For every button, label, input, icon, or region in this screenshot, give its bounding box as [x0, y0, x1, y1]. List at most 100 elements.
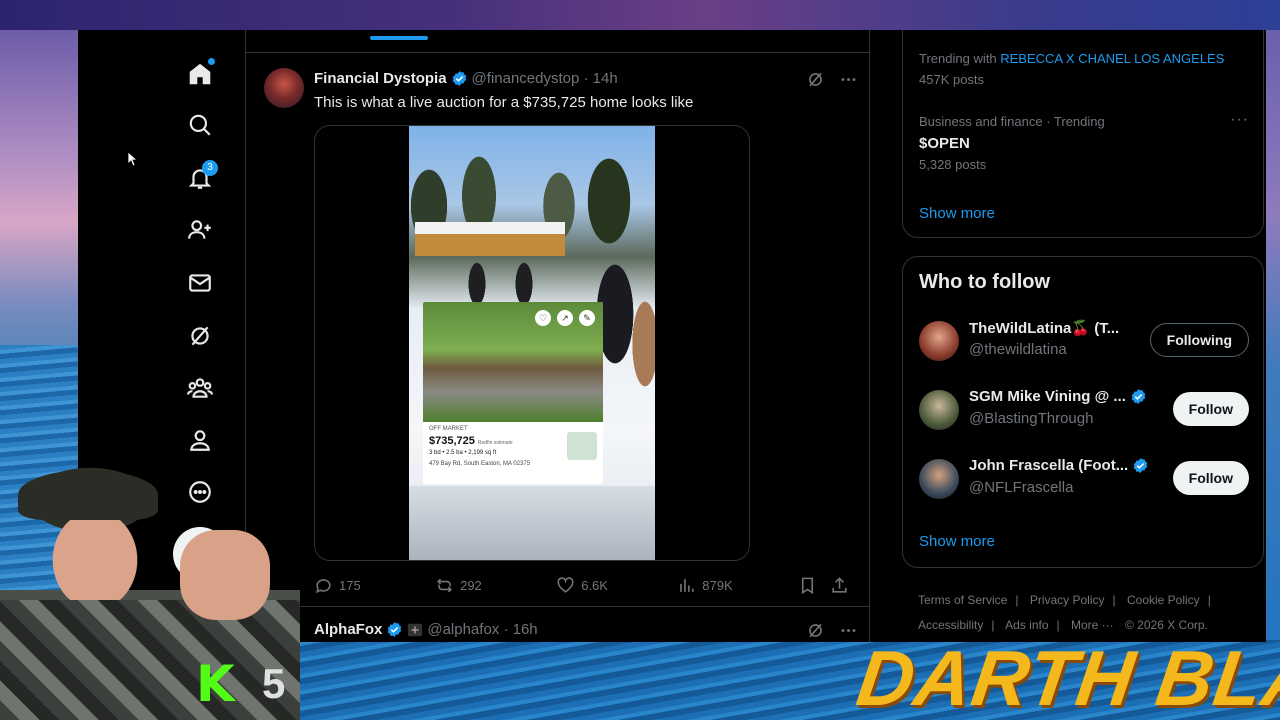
explore-nav-button[interactable] [182, 107, 218, 143]
tweet-text: This is what a live auction for a $735,7… [314, 94, 694, 111]
views-button[interactable]: 879K [677, 576, 798, 595]
webcam-shirt [0, 600, 300, 720]
home-timeline: Financial Dystopia @financedystop · 14h … [246, 30, 870, 642]
like-button[interactable]: 6.6K [556, 576, 677, 595]
trend-context: Trending with REBECCA X CHANEL LOS ANGEL… [919, 51, 1224, 66]
share-icon: ↗ [557, 310, 573, 326]
suggested-user-name[interactable]: TheWildLatina🍒 (T... [969, 319, 1119, 337]
reply-count: 175 [339, 577, 361, 593]
notifications-nav-button[interactable]: 3 [182, 160, 218, 196]
desktop-background-top [0, 0, 1280, 30]
footer-link-accessibility[interactable]: Accessibility [918, 618, 983, 632]
video-ground [409, 486, 655, 560]
verified-badge-icon [388, 622, 402, 637]
suggested-user-handle: @BlastingThrough [969, 410, 1094, 427]
grok-icon[interactable] [806, 70, 825, 89]
suggested-user-name[interactable]: SGM Mike Vining @ ... [969, 388, 1147, 405]
suggested-user[interactable]: SGM Mike Vining @ ... @BlastingThrough F… [919, 388, 1249, 434]
trend-context-link[interactable]: REBECCA X CHANEL LOS ANGELES [1000, 51, 1224, 66]
tweet-top-actions [806, 70, 858, 89]
communities-icon [187, 378, 213, 398]
author-name[interactable]: AlphaFox [314, 621, 382, 638]
tweet[interactable]: AlphaFox @alphafox · 16h [246, 607, 870, 642]
bookmark-icon [802, 577, 814, 594]
footer-link-more[interactable]: More ··· [1071, 618, 1114, 632]
grok-icon[interactable] [806, 621, 825, 640]
listing-estimate-label: Redfin estimate [477, 440, 513, 446]
tweet-top-actions [806, 621, 858, 640]
author-name[interactable]: Financial Dystopia [314, 70, 447, 87]
footer-link-cookie[interactable]: Cookie Policy [1127, 593, 1200, 607]
webcam-cap [18, 470, 158, 520]
footer-link-privacy[interactable]: Privacy Policy [1030, 593, 1105, 607]
suggested-user[interactable]: TheWildLatina🍒 (T... @thewildlatina Foll… [919, 319, 1249, 365]
kick-viewer-count: 5 [262, 660, 286, 707]
listing-map-thumbnail [567, 432, 597, 460]
avatar[interactable] [264, 68, 304, 108]
listing-photo: ♡ ↗ ✎ [423, 302, 603, 422]
footer-link-ads-info[interactable]: Ads info [1005, 618, 1048, 632]
desktop-background-edge [1266, 30, 1280, 645]
listing-address: 479 Bay Rd, South Easton, MA 02375 [429, 461, 531, 467]
trend-title[interactable]: $OPEN [919, 135, 970, 152]
following-button[interactable]: Following [1149, 323, 1249, 357]
grok-nav-button[interactable] [182, 318, 218, 354]
share-icon [832, 576, 847, 593]
streamer-brand-logo: DARTH BLAZE [851, 634, 1280, 720]
avatar[interactable] [919, 321, 959, 361]
tweet[interactable]: Financial Dystopia @financedystop · 14h … [246, 30, 870, 607]
notification-badge: 3 [202, 160, 218, 176]
trend-context-prefix: Trending with [919, 51, 997, 66]
reply-icon [315, 578, 331, 593]
suggested-user-name[interactable]: John Frascella (Foot... [969, 457, 1149, 474]
footer-link-terms[interactable]: Terms of Service [918, 593, 1007, 607]
more-dots-icon[interactable] [839, 70, 858, 89]
right-sidebar: Trending with REBECCA X CHANEL LOS ANGEL… [870, 30, 1266, 642]
listing-photo-actions: ♡ ↗ ✎ [535, 310, 595, 326]
more-dots-icon[interactable] [839, 621, 858, 640]
verified-badge-icon [452, 71, 466, 86]
desktop-background-sky [0, 30, 78, 350]
who-to-follow-card: Who to follow TheWildLatina🍒 (T... @thew… [902, 256, 1264, 568]
tweet-header: AlphaFox @alphafox · 16h [314, 621, 538, 638]
trends-show-more-link[interactable]: Show more [919, 205, 995, 222]
suggested-user[interactable]: John Frascella (Foot... @NFLFrascella Fo… [919, 457, 1249, 503]
bookmark-button[interactable] [798, 576, 830, 595]
trend-more-icon[interactable]: ··· [1230, 111, 1249, 129]
author-handle[interactable]: @alphafox · 16h [427, 621, 537, 638]
tweet-media[interactable]: ♡ ↗ ✎ OFF MARKET $735,725 Redfin estimate… [314, 125, 750, 561]
avatar[interactable] [919, 459, 959, 499]
messages-nav-button[interactable] [182, 265, 218, 301]
avatar[interactable] [919, 390, 959, 430]
like-count: 6.6K [581, 577, 608, 593]
suggested-user-name-text: John Frascella (Foot... [969, 457, 1129, 474]
who-to-follow-show-more-link[interactable]: Show more [919, 533, 995, 550]
communities-nav-button[interactable] [182, 370, 218, 406]
home-nav-button[interactable] [182, 56, 218, 92]
repost-button[interactable]: 292 [435, 576, 556, 595]
mouse-cursor-icon [128, 152, 138, 166]
affiliate-badge-icon [408, 623, 423, 636]
suggested-user-handle: @NFLFrascella [969, 479, 1074, 496]
kick-logo: K [196, 655, 235, 713]
suggested-user-name-text: SGM Mike Vining @ ... [969, 388, 1126, 405]
grok-icon [191, 326, 209, 346]
verified-badge-icon [1131, 389, 1146, 404]
author-handle[interactable]: @financedystop · 14h [472, 70, 618, 87]
follow-nav-button[interactable] [182, 212, 218, 248]
share-button[interactable] [830, 576, 850, 595]
heart-icon [557, 576, 574, 593]
edit-icon: ✎ [579, 310, 595, 326]
add-user-icon [188, 220, 211, 239]
repost-count: 292 [460, 577, 482, 593]
webcam-hand [180, 530, 270, 620]
video-player[interactable]: ♡ ↗ ✎ OFF MARKET $735,725 Redfin estimate… [409, 126, 655, 560]
reply-button[interactable]: 175 [314, 576, 435, 595]
footer-copyright: © 2026 X Corp. [1125, 618, 1208, 632]
tweet-header: Financial Dystopia @financedystop · 14h [314, 70, 618, 87]
views-icon [680, 578, 694, 592]
follow-button[interactable]: Follow [1172, 461, 1249, 495]
suggested-user-handle: @thewildlatina [969, 341, 1067, 358]
follow-button[interactable]: Follow [1172, 392, 1249, 426]
listing-price-value: $735,725 [429, 435, 475, 447]
